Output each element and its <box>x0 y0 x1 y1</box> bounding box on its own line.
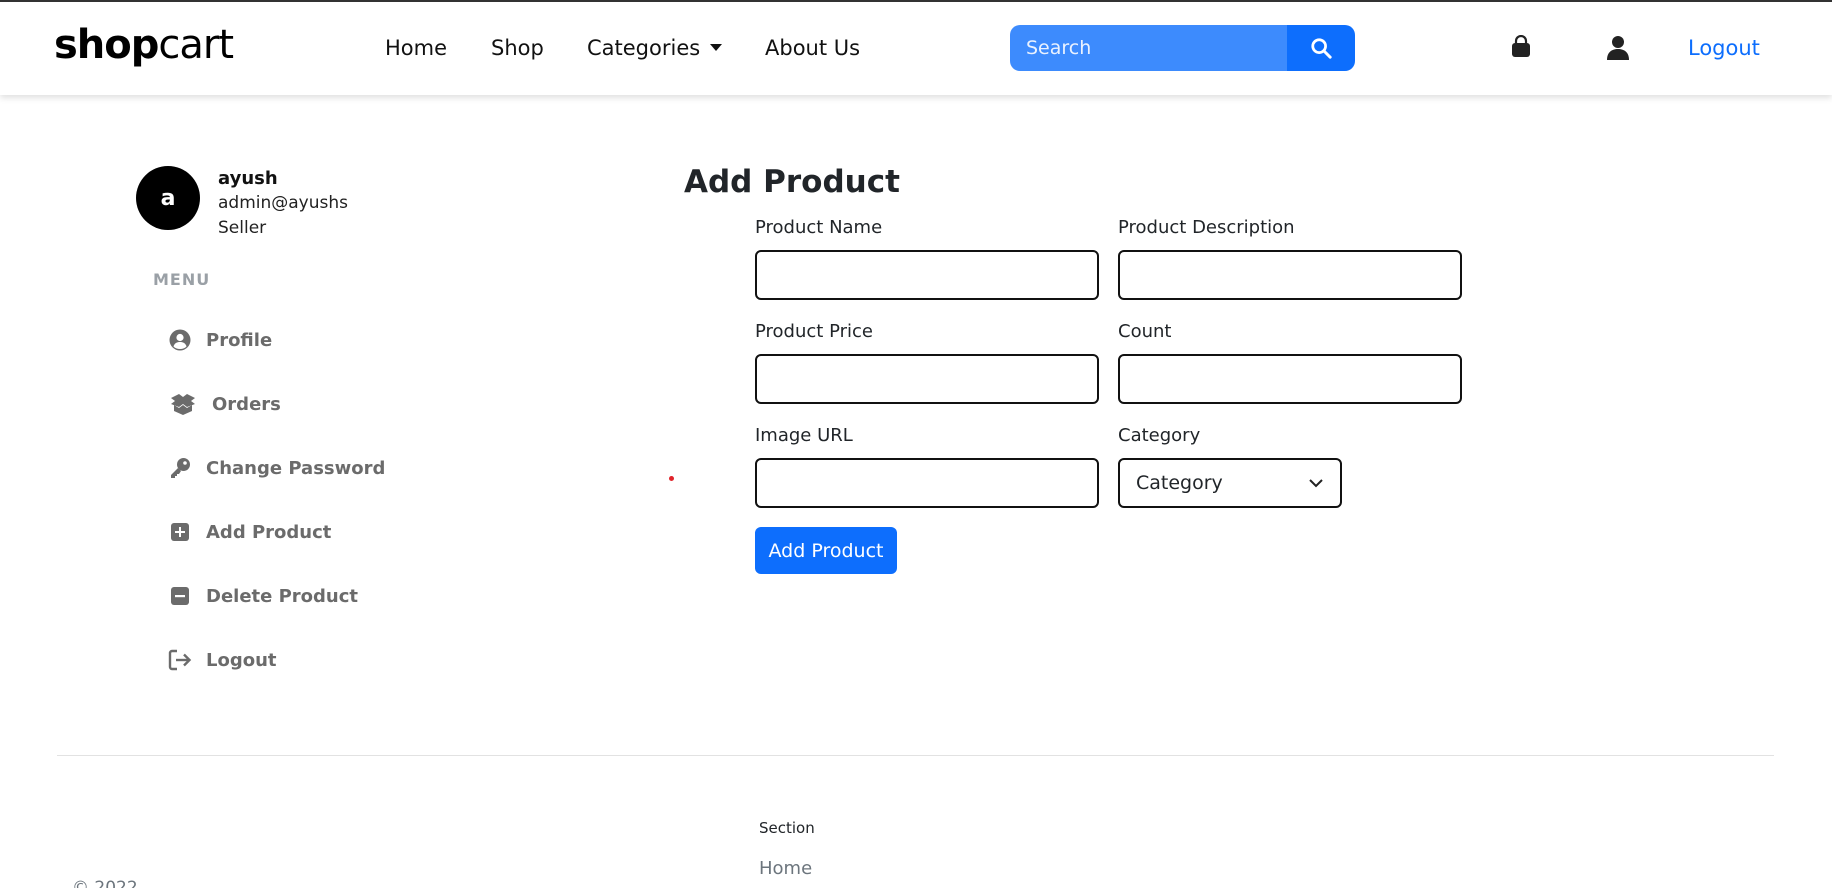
brand-bold: shop <box>54 22 159 68</box>
nav-about-us[interactable]: About Us <box>765 36 860 60</box>
sign-out-icon <box>168 648 192 672</box>
user-icon <box>1607 36 1629 60</box>
box-open-icon <box>168 392 198 416</box>
brand-logo[interactable]: shopcart <box>54 22 234 68</box>
category-selected-value: Category <box>1136 472 1223 494</box>
sidebar-item-label: Change Password <box>206 457 386 479</box>
sidebar-item-logout[interactable]: Logout <box>168 648 277 672</box>
count-input[interactable] <box>1118 354 1462 404</box>
chevron-down-icon <box>1309 479 1323 488</box>
product-description-input[interactable] <box>1118 250 1462 300</box>
cursor-marker <box>669 476 674 481</box>
sidebar-item-add-product[interactable]: Add Product <box>168 520 331 544</box>
product-name-label: Product Name <box>755 217 883 238</box>
user-email: admin@ayushs <box>218 193 349 213</box>
search-group <box>1010 25 1355 71</box>
search-button[interactable] <box>1287 25 1355 71</box>
caret-down-icon <box>710 43 723 51</box>
sidebar-item-label: Delete Product <box>206 585 359 607</box>
product-description-label: Product Description <box>1118 217 1295 238</box>
sidebar-item-orders[interactable]: Orders <box>168 392 281 416</box>
count-label: Count <box>1118 321 1172 342</box>
brand-light: cart <box>158 22 234 68</box>
search-input[interactable] <box>1010 25 1287 71</box>
page-title: Add Product <box>684 164 900 200</box>
navbar: shopcart Home Shop Categories About Us L… <box>0 2 1832 95</box>
sidebar-item-delete-product[interactable]: Delete Product <box>168 584 358 608</box>
sidebar-item-label: Logout <box>206 649 277 671</box>
footer-section-title: Section <box>759 819 815 837</box>
sidebar-item-label: Add Product <box>206 521 332 543</box>
nav-logout-link[interactable]: Logout <box>1688 36 1760 60</box>
user-circle-icon <box>168 328 192 352</box>
nav-home[interactable]: Home <box>385 36 447 60</box>
key-icon <box>168 456 192 480</box>
footer-home-link[interactable]: Home <box>759 858 812 879</box>
sidebar-item-label: Orders <box>212 393 281 415</box>
footer-divider <box>57 755 1774 756</box>
menu-heading: MENU <box>153 270 211 289</box>
product-price-label: Product Price <box>755 321 873 342</box>
sidebar-item-label: Profile <box>206 329 273 351</box>
category-label: Category <box>1118 425 1201 446</box>
avatar: a <box>136 166 200 230</box>
shopping-bag-icon <box>1512 35 1530 57</box>
sidebar-item-profile[interactable]: Profile <box>168 328 272 352</box>
user-name: ayush <box>218 168 278 189</box>
user-role: Seller <box>218 218 267 238</box>
sidebar-item-change-password[interactable]: Change Password <box>168 456 385 480</box>
product-name-input[interactable] <box>755 250 1099 300</box>
image-url-label: Image URL <box>755 425 853 446</box>
cart-button[interactable] <box>1510 35 1532 59</box>
category-select[interactable]: Category <box>1118 458 1342 508</box>
plus-square-icon <box>168 520 192 544</box>
minus-square-icon <box>168 584 192 608</box>
nav-categories-label: Categories <box>587 36 701 60</box>
footer-copyright: © 2022 <box>72 878 138 888</box>
nav-shop[interactable]: Shop <box>491 36 544 60</box>
user-account-button[interactable] <box>1606 35 1630 61</box>
image-url-input[interactable] <box>755 458 1099 508</box>
search-icon <box>1311 38 1332 59</box>
nav-categories-dropdown[interactable]: Categories <box>587 36 723 60</box>
product-price-input[interactable] <box>755 354 1099 404</box>
add-product-button[interactable]: Add Product <box>755 527 897 574</box>
